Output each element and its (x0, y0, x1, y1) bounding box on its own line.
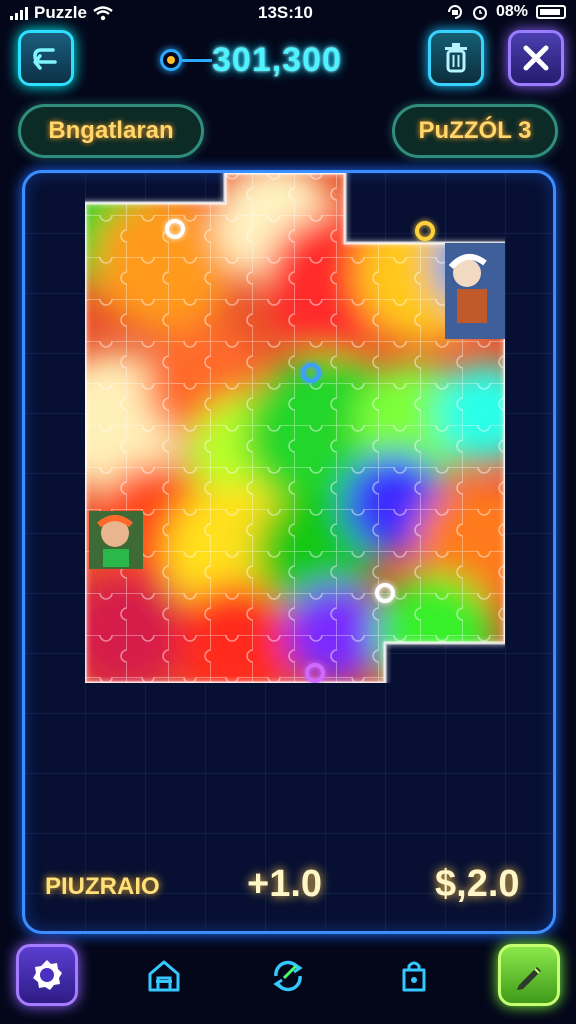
status-bar: Puzzle 13S:10 08% (0, 0, 576, 26)
wifi-icon (93, 5, 113, 20)
battery-icon (536, 5, 566, 19)
score-value: 301,300 (212, 40, 342, 79)
status-left: Puzzle (10, 3, 113, 23)
status-time: 13S:10 (258, 3, 313, 22)
bag-button[interactable] (390, 952, 438, 1000)
back-button[interactable] (18, 30, 74, 86)
puzzle-image[interactable] (85, 173, 505, 683)
battery-percent: 08% (495, 3, 528, 20)
score-connector (182, 58, 212, 62)
trash-icon (445, 43, 467, 73)
score-display: 301,300 (160, 40, 342, 80)
bottom-toolbar (0, 944, 576, 1008)
stats-row: PIUZRAIO +1.0 $,2.0 (25, 863, 553, 913)
home-button[interactable] (140, 952, 188, 1000)
carrier-name: Puzzle (34, 3, 87, 22)
edit-button[interactable] (498, 944, 560, 1006)
stat-cost: $,2.0 (435, 863, 520, 905)
signal-icon (10, 6, 28, 20)
shuffle-icon (273, 960, 303, 992)
shuffle-button[interactable] (264, 952, 312, 1000)
trash-button[interactable] (428, 30, 484, 86)
stat-label: PIUZRAIO (45, 873, 160, 900)
puzzle-colors (85, 173, 505, 683)
character-piece-top-right[interactable] (445, 243, 505, 339)
close-icon (523, 45, 549, 71)
puzzle-board[interactable]: PIUZRAIO +1.0 $,2.0 (22, 170, 556, 934)
settings-button[interactable] (16, 944, 78, 1006)
stat-bonus: +1.0 (247, 863, 323, 905)
top-bar: 301,300 (0, 30, 576, 88)
puzzle-level-label[interactable]: PuZZÓL 3 (392, 104, 558, 158)
status-right: 08% (446, 3, 566, 21)
back-arrow-icon (33, 48, 57, 70)
score-coin-icon (160, 49, 182, 71)
home-icon (148, 960, 180, 992)
character-piece-left[interactable] (89, 511, 143, 569)
alarm-icon (472, 6, 487, 20)
rotation-lock-icon (447, 5, 462, 19)
bag-icon (402, 961, 426, 992)
pencil-icon (517, 967, 541, 990)
settings-icon (33, 960, 62, 990)
puzzle-name-label[interactable]: Bngatlaran (18, 104, 204, 158)
close-button[interactable] (508, 30, 564, 86)
